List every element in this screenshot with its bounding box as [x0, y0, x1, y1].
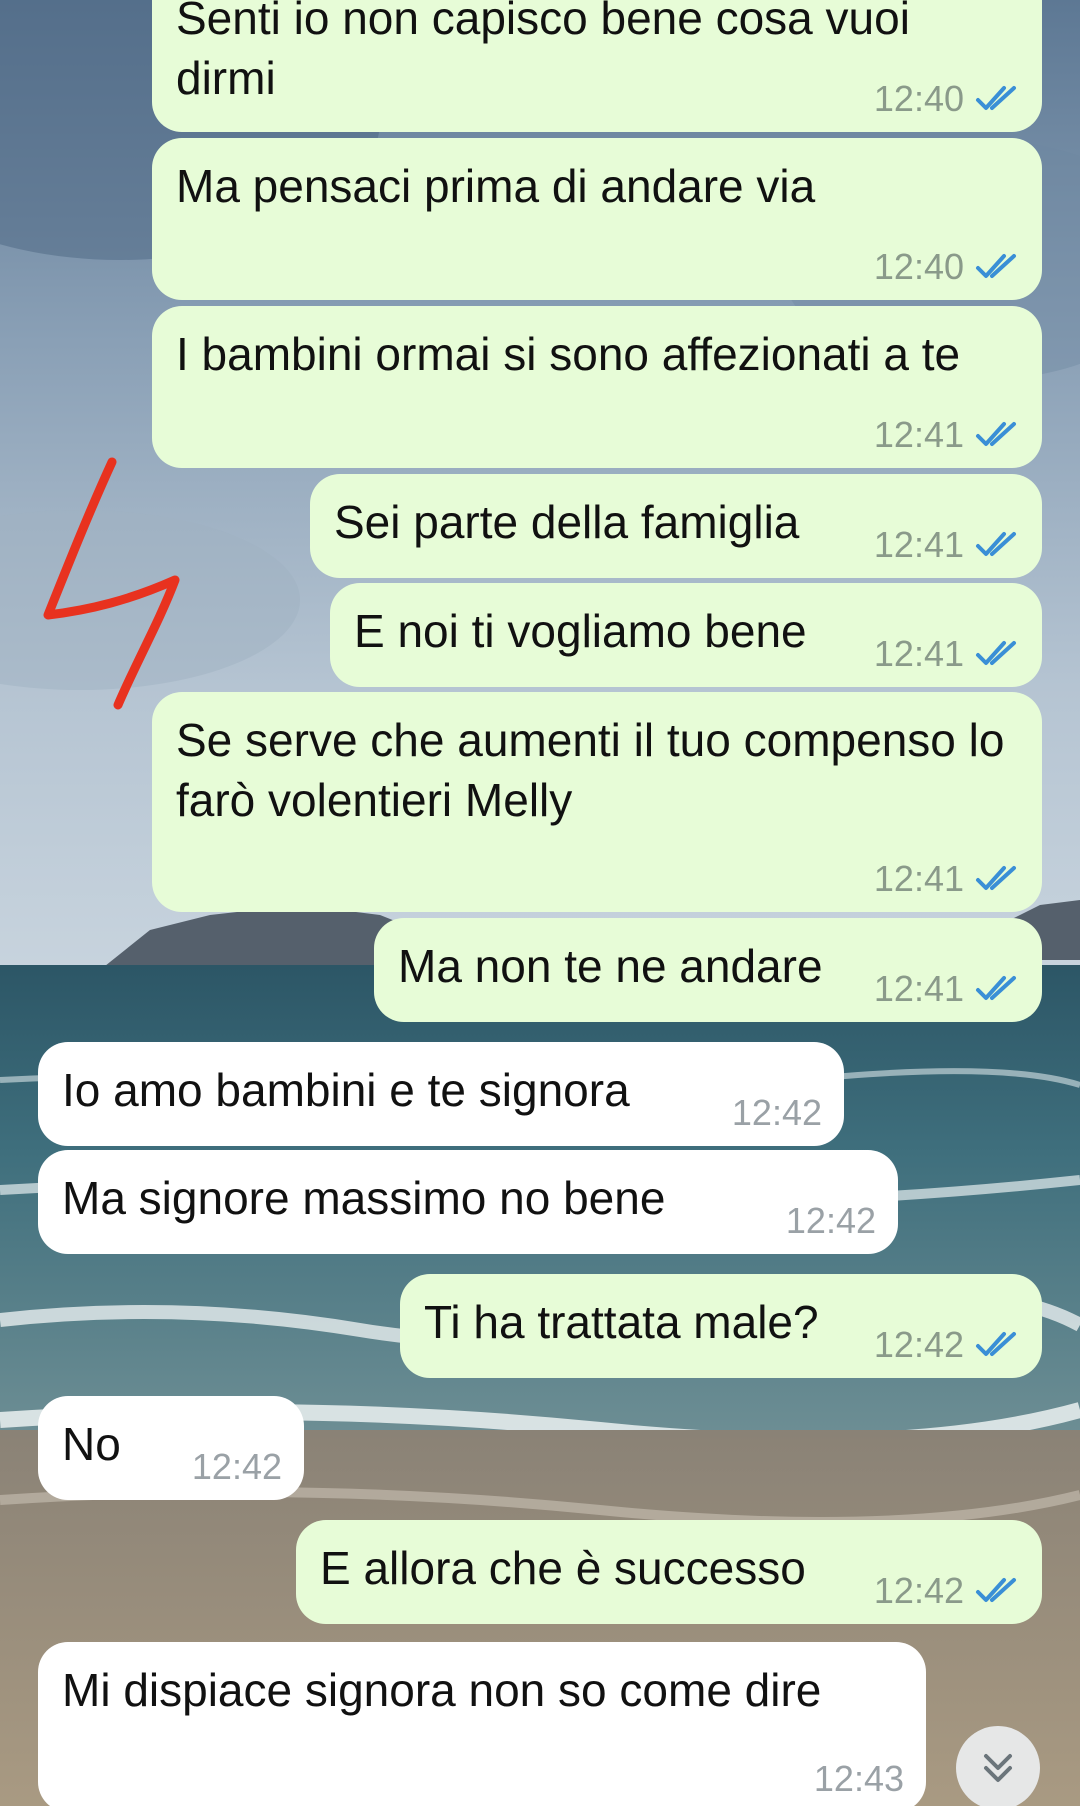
- outgoing-message-bubble[interactable]: Ti ha trattata male? 12:42: [400, 1274, 1042, 1378]
- message-time: 12:41: [873, 633, 964, 674]
- message-meta: 12:42: [192, 1446, 282, 1488]
- message-meta: 12:40: [874, 78, 1020, 120]
- outgoing-message-bubble[interactable]: Senti io non capisco bene cosa vuoi dirm…: [152, 0, 1042, 132]
- message-time: 12:41: [873, 858, 964, 899]
- message-time: 12:42: [731, 1092, 822, 1133]
- message-time: 12:43: [813, 1758, 904, 1799]
- message-time: 12:41: [873, 524, 964, 565]
- double-check-icon: [974, 639, 1020, 669]
- message-time: 12:42: [191, 1446, 282, 1487]
- incoming-message-bubble[interactable]: Mi dispiace signora non so come dire 12:4…: [38, 1642, 926, 1806]
- message-meta: 12:43: [814, 1758, 904, 1800]
- message-time: 12:41: [873, 968, 964, 1009]
- incoming-message-bubble[interactable]: Ma signore massimo no bene 12:42: [38, 1150, 898, 1254]
- message-text: Se serve che aumenti il tuo compenso lo …: [176, 714, 1005, 826]
- message-meta: 12:41: [874, 633, 1020, 675]
- double-check-icon: [974, 1576, 1020, 1606]
- message-meta: 12:40: [874, 246, 1020, 288]
- message-meta: 12:42: [874, 1570, 1020, 1612]
- message-meta: 12:42: [732, 1092, 822, 1134]
- message-meta: 12:41: [874, 414, 1020, 456]
- double-check-icon: [974, 974, 1020, 1004]
- message-time: 12:41: [873, 414, 964, 455]
- message-time: 12:42: [873, 1324, 964, 1365]
- outgoing-message-bubble[interactable]: E allora che è successo 12:42: [296, 1520, 1042, 1624]
- message-text: Io amo bambini e te signora: [62, 1064, 630, 1116]
- incoming-message-bubble[interactable]: No 12:42: [38, 1396, 304, 1500]
- message-meta: 12:41: [874, 858, 1020, 900]
- message-text: I bambini ormai si sono affezionati a te: [176, 328, 961, 380]
- outgoing-message-bubble[interactable]: Ma pensaci prima di andare via 12:40: [152, 138, 1042, 300]
- double-chevron-down-icon: [984, 1754, 1012, 1782]
- scroll-to-bottom-button[interactable]: [956, 1726, 1040, 1806]
- incoming-message-bubble[interactable]: Io amo bambini e te signora 12:42: [38, 1042, 844, 1146]
- double-check-icon: [974, 420, 1020, 450]
- message-time: 12:42: [873, 1570, 964, 1611]
- message-time: 12:40: [873, 78, 964, 119]
- message-text: Ma pensaci prima di andare via: [176, 160, 816, 212]
- message-text: Mi dispiace signora non so come dire: [62, 1664, 822, 1716]
- double-check-icon: [974, 252, 1020, 282]
- message-meta: 12:41: [874, 524, 1020, 566]
- outgoing-message-bubble[interactable]: E noi ti vogliamo bene 12:41: [330, 583, 1042, 687]
- outgoing-message-bubble[interactable]: I bambini ormai si sono affezionati a te…: [152, 306, 1042, 468]
- message-time: 12:40: [873, 246, 964, 287]
- double-check-icon: [974, 530, 1020, 560]
- message-time: 12:42: [785, 1200, 876, 1241]
- double-check-icon: [974, 84, 1020, 114]
- outgoing-message-bubble[interactable]: Sei parte della famiglia 12:41: [310, 474, 1042, 578]
- double-check-icon: [974, 1330, 1020, 1360]
- message-meta: 12:41: [874, 968, 1020, 1010]
- message-meta: 12:42: [786, 1200, 876, 1242]
- outgoing-message-bubble[interactable]: Se serve che aumenti il tuo compenso lo …: [152, 692, 1042, 912]
- message-list[interactable]: Senti io non capisco bene cosa vuoi dirm…: [0, 0, 1080, 1806]
- double-check-icon: [974, 864, 1020, 894]
- message-meta: 12:42: [874, 1324, 1020, 1366]
- message-text: Ma signore massimo no bene: [62, 1172, 666, 1224]
- outgoing-message-bubble[interactable]: Ma non te ne andare 12:41: [374, 918, 1042, 1022]
